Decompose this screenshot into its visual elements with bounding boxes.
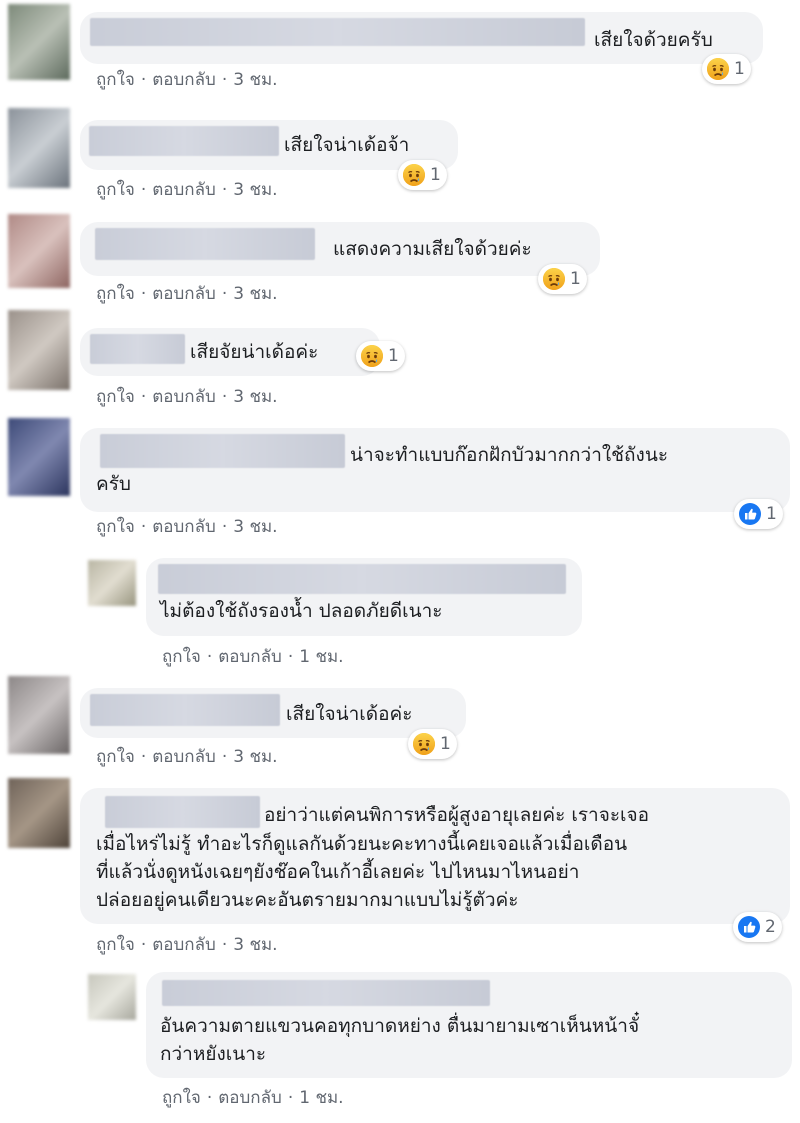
reply-text-line2: กว่าหยังเนาะ bbox=[160, 1043, 267, 1065]
timestamp[interactable]: 3 ชม. bbox=[233, 70, 277, 90]
avatar[interactable] bbox=[8, 418, 70, 496]
reaction-count[interactable]: 1 bbox=[398, 160, 447, 190]
comment-text: เสียจัยน่าเด้อค่ะ bbox=[190, 341, 319, 363]
timestamp[interactable]: 3 ชม. bbox=[233, 387, 277, 407]
reaction-count[interactable]: 1 bbox=[538, 264, 587, 294]
like-link[interactable]: ถูกใจ bbox=[96, 935, 135, 955]
comment-text-line4: ปล่อยอยู่คนเดียวนะคะอันตรายมากมาแบบไม่รู… bbox=[96, 889, 519, 911]
comment-text-line1: อย่าว่าแต่คนพิการหรือผู้สูงอายุเลยค่ะ เร… bbox=[264, 804, 650, 826]
like-link[interactable]: ถูกใจ bbox=[96, 70, 135, 90]
like-link[interactable]: ถูกใจ bbox=[96, 517, 135, 537]
comment-text-line2: ครับ bbox=[96, 473, 131, 495]
reaction-number: 1 bbox=[734, 59, 745, 79]
reply-actions: ถูกใจ · ตอบกลับ · 1 ชม. bbox=[162, 647, 344, 667]
timestamp[interactable]: 3 ชม. bbox=[233, 284, 277, 304]
timestamp[interactable]: 3 ชม. bbox=[233, 517, 277, 537]
comment-text-line1: น่าจะทำแบบก๊อกฝักบัวมากกว่าใช้ถังนะ bbox=[350, 444, 669, 466]
comment-actions: ถูกใจ · ตอบกลับ · 3 ชม. bbox=[96, 387, 278, 407]
reply-link[interactable]: ตอบกลับ bbox=[152, 70, 216, 90]
reply-link[interactable]: ตอบกลับ bbox=[152, 284, 216, 304]
comment-text-line2: เมื่อไหร่ไม่รู้ ทำอะไรก็ดูแลกันด้วยนะคะท… bbox=[96, 833, 628, 855]
reply-link[interactable]: ตอบกลับ bbox=[152, 517, 216, 537]
like-link[interactable]: ถูกใจ bbox=[96, 747, 135, 767]
reaction-number: 1 bbox=[388, 346, 399, 366]
reply-link[interactable]: ตอบกลับ bbox=[152, 935, 216, 955]
commenter-name[interactable] bbox=[90, 18, 585, 46]
avatar[interactable] bbox=[88, 560, 136, 606]
reply-link[interactable]: ตอบกลับ bbox=[218, 1088, 282, 1108]
comment-text: เสียใจน่าเด้อค่ะ bbox=[286, 703, 413, 725]
sad-icon bbox=[412, 732, 436, 756]
like-link[interactable]: ถูกใจ bbox=[96, 180, 135, 200]
timestamp[interactable]: 3 ชม. bbox=[233, 180, 277, 200]
commenter-name[interactable] bbox=[95, 228, 315, 260]
commenter-name[interactable] bbox=[89, 126, 279, 156]
sad-icon bbox=[360, 344, 384, 368]
like-link[interactable]: ถูกใจ bbox=[162, 1088, 201, 1108]
reaction-number: 1 bbox=[440, 734, 451, 754]
commenter-name[interactable] bbox=[105, 796, 260, 828]
reaction-count[interactable]: 2 bbox=[733, 912, 782, 942]
comment-text: เสียใจด้วยครับ bbox=[594, 29, 713, 51]
reply-link[interactable]: ตอบกลับ bbox=[152, 387, 216, 407]
comment-actions: ถูกใจ · ตอบกลับ · 3 ชม. bbox=[96, 70, 278, 90]
sad-icon bbox=[402, 163, 426, 187]
reaction-count[interactable]: 1 bbox=[702, 54, 751, 84]
reply-link[interactable]: ตอบกลับ bbox=[152, 747, 216, 767]
avatar[interactable] bbox=[8, 214, 70, 288]
timestamp[interactable]: 1 ชม. bbox=[299, 647, 343, 667]
comment-actions: ถูกใจ · ตอบกลับ · 3 ชม. bbox=[96, 180, 278, 200]
like-link[interactable]: ถูกใจ bbox=[162, 647, 201, 667]
reaction-count[interactable]: 1 bbox=[734, 499, 783, 529]
like-link[interactable]: ถูกใจ bbox=[96, 284, 135, 304]
comment-text-line3: ที่แล้วนั่งดูหนังเฉยๆยังช๊อคในเก้าอี้เลย… bbox=[96, 861, 580, 883]
sad-icon bbox=[542, 267, 566, 291]
avatar[interactable] bbox=[8, 778, 70, 848]
reaction-number: 2 bbox=[765, 917, 776, 937]
avatar[interactable] bbox=[88, 974, 136, 1020]
comment-actions: ถูกใจ · ตอบกลับ · 3 ชม. bbox=[96, 935, 278, 955]
reaction-number: 1 bbox=[766, 504, 777, 524]
commenter-name[interactable] bbox=[90, 694, 280, 726]
like-icon bbox=[738, 502, 762, 526]
timestamp[interactable]: 3 ชม. bbox=[233, 935, 277, 955]
sad-icon bbox=[706, 57, 730, 81]
timestamp[interactable]: 1 ชม. bbox=[299, 1088, 343, 1108]
comment-text: เสียใจน่าเด้อจ้า bbox=[284, 134, 410, 156]
comment-actions: ถูกใจ · ตอบกลับ · 3 ชม. bbox=[96, 747, 278, 767]
reply-text: ไม่ต้องใช้ถังรองน้ำ ปลอดภัยดีเนาะ bbox=[160, 600, 443, 622]
comment-actions: ถูกใจ · ตอบกลับ · 3 ชม. bbox=[96, 517, 278, 537]
avatar[interactable] bbox=[8, 310, 70, 390]
reply-link[interactable]: ตอบกลับ bbox=[152, 180, 216, 200]
commenter-name[interactable] bbox=[90, 334, 185, 364]
reply-actions: ถูกใจ · ตอบกลับ · 1 ชม. bbox=[162, 1088, 344, 1108]
reaction-number: 1 bbox=[570, 269, 581, 289]
commenter-name[interactable] bbox=[100, 434, 345, 468]
reply-link[interactable]: ตอบกลับ bbox=[218, 647, 282, 667]
timestamp[interactable]: 3 ชม. bbox=[233, 747, 277, 767]
avatar[interactable] bbox=[8, 108, 70, 188]
like-link[interactable]: ถูกใจ bbox=[96, 387, 135, 407]
comment-text: แสดงความเสียใจด้วยค่ะ bbox=[333, 238, 532, 260]
reaction-count[interactable]: 1 bbox=[356, 341, 405, 371]
commenter-name[interactable] bbox=[158, 564, 566, 594]
commenter-name[interactable] bbox=[162, 980, 490, 1006]
reply-text-line1: อันความตายแขวนคอทุกบาดหย่าง ตื่นมายามเซา… bbox=[160, 1015, 640, 1037]
reaction-count[interactable]: 1 bbox=[408, 729, 457, 759]
avatar[interactable] bbox=[8, 4, 70, 80]
reaction-number: 1 bbox=[430, 165, 441, 185]
avatar[interactable] bbox=[8, 676, 70, 754]
like-icon bbox=[737, 915, 761, 939]
comment-actions: ถูกใจ · ตอบกลับ · 3 ชม. bbox=[96, 284, 278, 304]
